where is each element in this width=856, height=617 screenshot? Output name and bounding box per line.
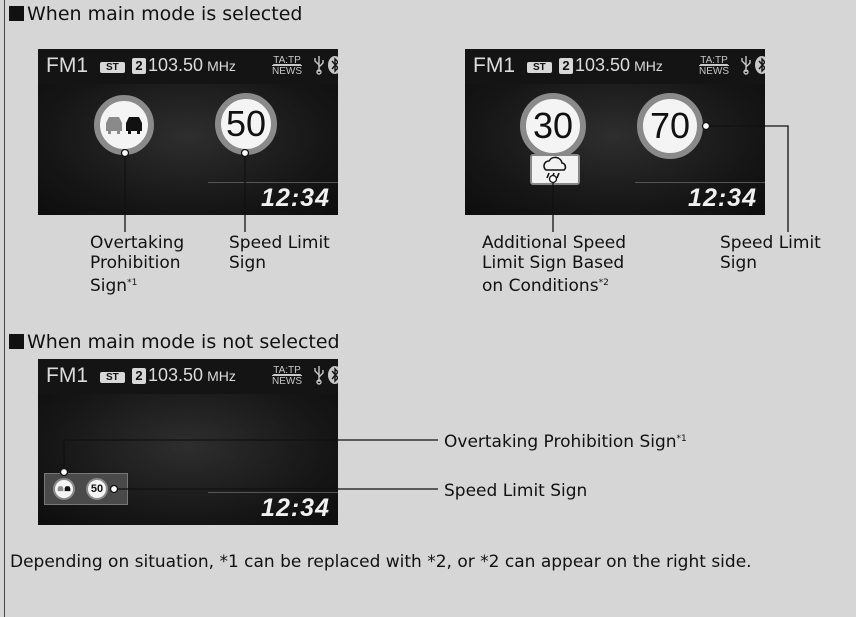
ta-tp-news-indicator: TA:TP NEWS — [272, 55, 302, 77]
frequency: 103.50 MHz — [148, 365, 236, 385]
rain-condition-plate — [530, 154, 580, 185]
clock: 12:34 — [261, 494, 330, 522]
bluetooth-icon — [328, 366, 338, 384]
band-label: FM1 — [473, 54, 515, 77]
display-screen-not-main: FM1 ST 2 103.50 MHz TA:TP NEWS 50 12:34 — [38, 359, 338, 525]
two-cars-icon — [106, 117, 142, 134]
speed-limit-sign-small: 50 — [86, 478, 108, 500]
caption-speed-limit-sign-right: Speed Limit Sign — [720, 233, 821, 273]
speed-limit-sign: 50 — [215, 93, 277, 155]
preset-number: 2 — [132, 368, 146, 384]
frequency: 103.50 MHz — [575, 55, 663, 75]
section-heading-main: When main mode is selected — [9, 3, 302, 25]
page-border — [4, 0, 5, 617]
preset-number: 2 — [559, 58, 573, 74]
audio-status-bar: FM1 ST 2 103.50 MHz TA:TP NEWS — [44, 363, 338, 389]
preset-number: 2 — [132, 58, 146, 74]
band-label: FM1 — [46, 54, 88, 77]
audio-status-bar: FM1 ST 2 103.50 MHz TA:TP NEWS — [44, 53, 338, 79]
situation-note: Depending on situation, *1 can be replac… — [10, 552, 752, 572]
stereo-badge: ST — [100, 62, 125, 73]
caption-speed-limit-sign: Speed Limit Sign — [229, 233, 330, 273]
caption-overtaking-prohibition-sign: Overtaking Prohibition Sign*1 — [90, 233, 185, 296]
stereo-badge: ST — [527, 62, 552, 73]
heading-marker-icon — [9, 6, 24, 21]
overtaking-prohibition-sign-small — [53, 478, 75, 500]
two-cars-icon — [57, 486, 71, 492]
bluetooth-icon — [755, 56, 765, 74]
frequency: 103.50 MHz — [148, 55, 236, 75]
ta-tp-news-indicator: TA:TP NEWS — [699, 55, 729, 77]
rain-cloud-icon — [543, 156, 567, 179]
speed-limit-sign: 70 — [637, 93, 703, 159]
speed-limit-sign-conditional: 30 — [520, 93, 586, 159]
usb-icon — [741, 56, 751, 75]
heading-text: When main mode is not selected — [27, 331, 340, 353]
caption-speed-limit-sign-inline: Speed Limit Sign — [444, 481, 588, 501]
usb-icon — [314, 366, 324, 385]
stereo-badge: ST — [100, 372, 125, 383]
caption-additional-speed-limit-sign: Additional Speed Limit Sign Based on Con… — [482, 233, 627, 296]
display-screen-main-left: FM1 ST 2 103.50 MHz TA:TP NEWS 50 12:34 — [38, 49, 338, 215]
overtaking-prohibition-sign — [94, 95, 154, 155]
audio-status-bar: FM1 ST 2 103.50 MHz TA:TP NEWS — [471, 53, 765, 79]
band-label: FM1 — [46, 364, 88, 387]
clock: 12:34 — [261, 184, 330, 212]
heading-text: When main mode is selected — [27, 3, 303, 25]
caption-overtaking-prohibition-sign-inline: Overtaking Prohibition Sign*1 — [444, 432, 687, 452]
clock: 12:34 — [688, 184, 757, 212]
heading-marker-icon — [9, 334, 24, 349]
section-heading-not-main: When main mode is not selected — [9, 331, 340, 353]
bluetooth-icon — [328, 56, 338, 74]
usb-icon — [314, 56, 324, 75]
display-screen-main-right: FM1 ST 2 103.50 MHz TA:TP NEWS 30 70 12:34 — [465, 49, 765, 215]
ta-tp-news-indicator: TA:TP NEWS — [272, 365, 302, 387]
